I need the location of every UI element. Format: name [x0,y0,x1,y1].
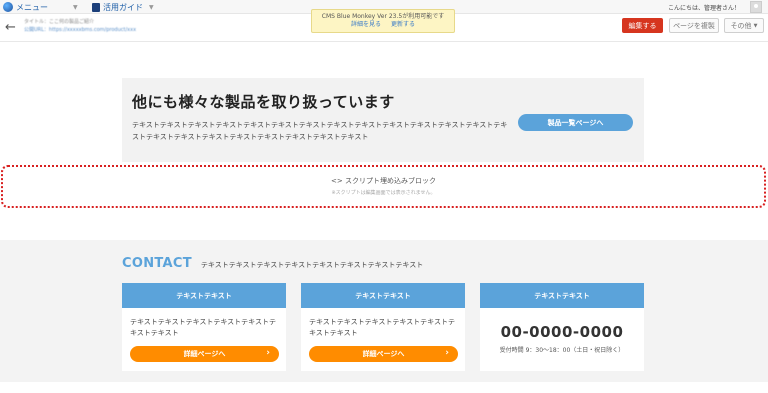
update-notice: CMS Blue Monkey Ver 23.5が利用可能です 詳細を見る 更新… [311,9,455,33]
card-body-text: テキストテキストテキストテキストテキストテキストテキスト [309,318,455,337]
card-body-text: テキストテキストテキストテキストテキストテキストテキスト [130,318,276,337]
duplicate-page-button[interactable]: ページを複製 [669,18,719,33]
card-heading: テキストテキスト [301,283,465,308]
cms-logo-icon [3,2,13,12]
chevron-right-icon: › [445,348,449,358]
chevron-down-icon: ▼ [149,3,154,11]
edit-button[interactable]: 編集する [622,18,663,33]
page-info-title: タイトル：ここ何の製品ご紹介 [24,19,95,25]
guide-dropdown[interactable]: 活用ガイド ▼ [92,1,154,13]
user-greeting[interactable]: こんにちは、管理者さん！ [668,3,740,12]
book-icon [92,2,100,12]
contact-section: CONTACT テキストテキストテキストテキストテキストテキストテキストテキスト… [0,240,768,382]
card-button-label: 詳細ページへ [362,350,405,358]
contact-text: テキストテキストテキストテキストテキストテキストテキストテキスト [200,261,424,269]
notice-details-link[interactable]: 詳細を見る [351,21,381,28]
page-info-url[interactable]: 公開URL：https://xxxxxbms.com/product/xxx [24,26,136,34]
phone-number: 00-0000-0000 [500,323,624,341]
other-menu-button[interactable]: その他 ▼ [724,18,764,33]
script-embed-block[interactable]: <> スクリプト埋め込みブロック ※スクリプトは編集画面では表示されません。 [1,165,766,208]
products-heading: 他にも様々な製品を取り扱っています [132,93,395,111]
products-body-text: テキストテキストテキストテキストテキストテキストテキストテキストテキストテキスト… [132,121,508,141]
notice-message: CMS Blue Monkey Ver 23.5が利用可能です [321,13,445,20]
script-block-note: ※スクリプトは編集画面では表示されません。 [331,190,436,196]
contact-card-1: テキストテキスト テキストテキストテキストテキストテキストテキストテキスト 詳細… [122,283,286,371]
other-button-label: その他 [730,21,752,30]
contact-card-2: テキストテキスト テキストテキストテキストテキストテキストテキストテキスト 詳細… [301,283,465,371]
card-detail-button[interactable]: 詳細ページへ › [309,346,458,362]
card-detail-button[interactable]: 詳細ページへ › [130,346,279,362]
script-block-title: <> スクリプト埋め込みブロック [331,177,436,185]
chevron-down-icon: ▼ [73,3,78,11]
user-avatar-icon[interactable] [750,1,762,13]
card-heading: テキストテキスト [122,283,286,308]
contact-card-3: テキストテキスト 00-0000-0000 受付時間 9：30〜18：00（土日… [480,283,644,371]
contact-title: CONTACT [122,256,192,271]
chevron-right-icon: › [266,348,270,358]
menu-dropdown[interactable]: メニュー ▼ [3,1,78,13]
notice-update-link[interactable]: 更新する [391,21,415,28]
chevron-down-icon: ▼ [753,22,758,29]
products-section: 他にも様々な製品を取り扱っています テキストテキストテキストテキストテキストテキ… [122,78,644,162]
product-list-button[interactable]: 製品一覧ページへ [518,114,633,131]
card-heading: テキストテキスト [480,283,644,308]
menu-label: メニュー [16,2,48,12]
business-hours: 受付時間 9：30〜18：00（土日・祝日除く） [499,347,625,354]
guide-label: 活用ガイド [103,2,143,12]
back-arrow-icon[interactable]: ← [5,21,16,34]
card-button-label: 詳細ページへ [183,350,226,358]
page-info: タイトル：ここ何の製品ご紹介 公開URL：https://xxxxxbms.co… [24,18,136,34]
